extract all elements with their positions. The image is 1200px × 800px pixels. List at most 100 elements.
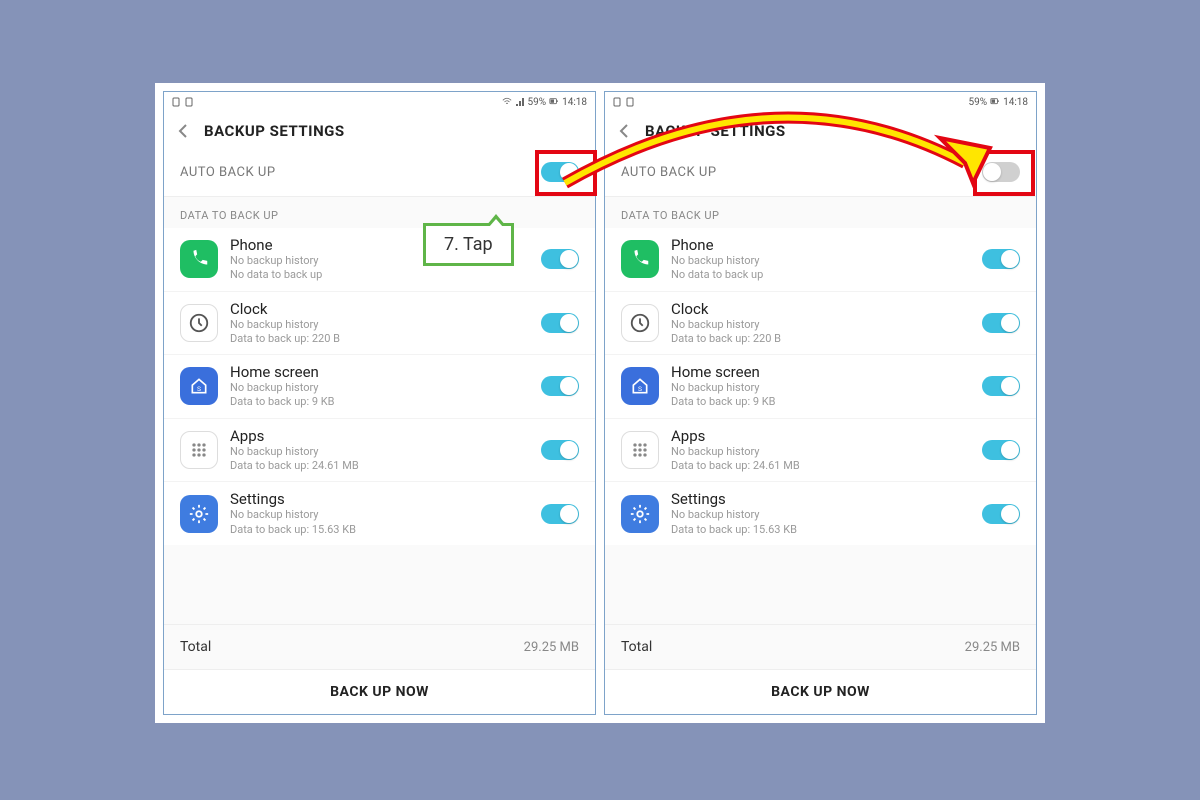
backup-item: SettingsNo backup historyData to back up… [605, 481, 1036, 545]
sim-icon [613, 97, 623, 107]
item-sub2: Data to back up: 24.61 MB [671, 459, 982, 473]
item-sub1: No backup history [230, 445, 541, 459]
item-sub1: No backup history [671, 508, 982, 522]
total-row: Total 29.25 MB [164, 624, 595, 669]
total-label: Total [180, 639, 211, 655]
backup-item: PhoneNo backup historyNo data to back up [605, 228, 1036, 291]
item-title: Settings [671, 490, 982, 508]
item-title: Settings [230, 490, 541, 508]
item-sub1: No backup history [230, 318, 541, 332]
backup-item: ClockNo backup historyData to back up: 2… [164, 291, 595, 355]
wifi-icon [502, 97, 512, 107]
auto-backup-label: AUTO BACK UP [621, 165, 717, 180]
battery-percent: 59% [969, 97, 988, 108]
item-sub2: Data to back up: 24.61 MB [230, 459, 541, 473]
item-title: Clock [671, 300, 982, 318]
apps-icon [180, 431, 218, 469]
back-icon[interactable] [617, 123, 633, 139]
item-toggle[interactable] [982, 504, 1020, 524]
item-sub2: Data to back up: 220 B [671, 332, 982, 346]
phone-icon [180, 240, 218, 278]
auto-backup-toggle[interactable] [541, 162, 579, 182]
home-icon: S [621, 367, 659, 405]
phone-screen-left: 59% 14:18 BACKUP SETTINGS AUTO BACK UP D… [163, 91, 596, 715]
clock-time: 14:18 [562, 97, 587, 108]
item-title: Phone [671, 236, 982, 254]
item-toggle[interactable] [541, 376, 579, 396]
screen-header: BACKUP SETTINGS [605, 112, 1036, 148]
item-sub2: Data to back up: 15.63 KB [671, 523, 982, 537]
backup-item: SettingsNo backup historyData to back up… [164, 481, 595, 545]
backup-item: S Home screenNo backup historyData to bac… [164, 354, 595, 418]
total-label: Total [621, 639, 652, 655]
sim-icon-2 [185, 97, 195, 107]
item-sub2: Data to back up: 15.63 KB [230, 523, 541, 537]
apps-icon [621, 431, 659, 469]
item-toggle[interactable] [541, 440, 579, 460]
item-sub2: No data to back up [230, 268, 541, 282]
sim-icon-2 [626, 97, 636, 107]
auto-backup-row: AUTO BACK UP [605, 148, 1036, 197]
header-title: BACKUP SETTINGS [204, 122, 583, 140]
auto-backup-row: AUTO BACK UP [164, 148, 595, 197]
item-sub1: No backup history [671, 254, 982, 268]
item-toggle[interactable] [982, 249, 1020, 269]
backup-item: AppsNo backup historyData to back up: 24… [164, 418, 595, 482]
status-bar: 59% 14:18 [164, 92, 595, 112]
signal-icon [515, 97, 525, 107]
auto-backup-label: AUTO BACK UP [180, 165, 276, 180]
battery-percent: 59% [528, 97, 547, 108]
tutorial-canvas: 59% 14:18 BACKUP SETTINGS AUTO BACK UP D… [155, 83, 1045, 723]
item-toggle[interactable] [541, 249, 579, 269]
svg-text:S: S [197, 385, 201, 393]
phone-icon [621, 240, 659, 278]
item-toggle[interactable] [541, 313, 579, 333]
screen-header: BACKUP SETTINGS [164, 112, 595, 148]
status-bar: 59% 14:18 [605, 92, 1036, 112]
backup-item: S Home screenNo backup historyData to bac… [605, 354, 1036, 418]
backup-now-button[interactable]: BACK UP NOW [164, 669, 595, 714]
item-sub1: No backup history [671, 445, 982, 459]
section-heading: DATA TO BACK UP [164, 197, 595, 228]
clock-icon [180, 304, 218, 342]
battery-icon [549, 97, 559, 107]
section-heading: DATA TO BACK UP [605, 197, 1036, 228]
settings-icon [180, 495, 218, 533]
backup-item: PhoneNo backup historyNo data to back up [164, 228, 595, 291]
item-sub2: Data to back up: 220 B [230, 332, 541, 346]
back-icon[interactable] [176, 123, 192, 139]
total-row: Total 29.25 MB [605, 624, 1036, 669]
items-list: PhoneNo backup historyNo data to back up… [164, 228, 595, 545]
svg-text:S: S [638, 385, 642, 393]
item-sub1: No backup history [671, 318, 982, 332]
total-value: 29.25 MB [965, 640, 1020, 655]
backup-now-button[interactable]: BACK UP NOW [605, 669, 1036, 714]
items-list: PhoneNo backup historyNo data to back up… [605, 228, 1036, 545]
item-title: Clock [230, 300, 541, 318]
phone-screen-right: 59% 14:18 BACKUP SETTINGS AUTO BACK UP D… [604, 91, 1037, 715]
item-title: Home screen [230, 363, 541, 381]
item-sub2: Data to back up: 9 KB [671, 395, 982, 409]
item-sub1: No backup history [230, 254, 541, 268]
item-toggle[interactable] [982, 440, 1020, 460]
sim-icon [172, 97, 182, 107]
item-toggle[interactable] [982, 313, 1020, 333]
item-title: Home screen [671, 363, 982, 381]
item-sub2: Data to back up: 9 KB [230, 395, 541, 409]
item-title: Apps [230, 427, 541, 445]
clock-time: 14:18 [1003, 97, 1028, 108]
header-title: BACKUP SETTINGS [645, 122, 1024, 140]
item-toggle[interactable] [541, 504, 579, 524]
item-title: Phone [230, 236, 541, 254]
home-icon: S [180, 367, 218, 405]
item-sub2: No data to back up [671, 268, 982, 282]
item-toggle[interactable] [982, 376, 1020, 396]
item-sub1: No backup history [230, 381, 541, 395]
settings-icon [621, 495, 659, 533]
item-sub1: No backup history [230, 508, 541, 522]
backup-item: AppsNo backup historyData to back up: 24… [605, 418, 1036, 482]
auto-backup-toggle[interactable] [982, 162, 1020, 182]
item-title: Apps [671, 427, 982, 445]
item-sub1: No backup history [671, 381, 982, 395]
total-value: 29.25 MB [524, 640, 579, 655]
